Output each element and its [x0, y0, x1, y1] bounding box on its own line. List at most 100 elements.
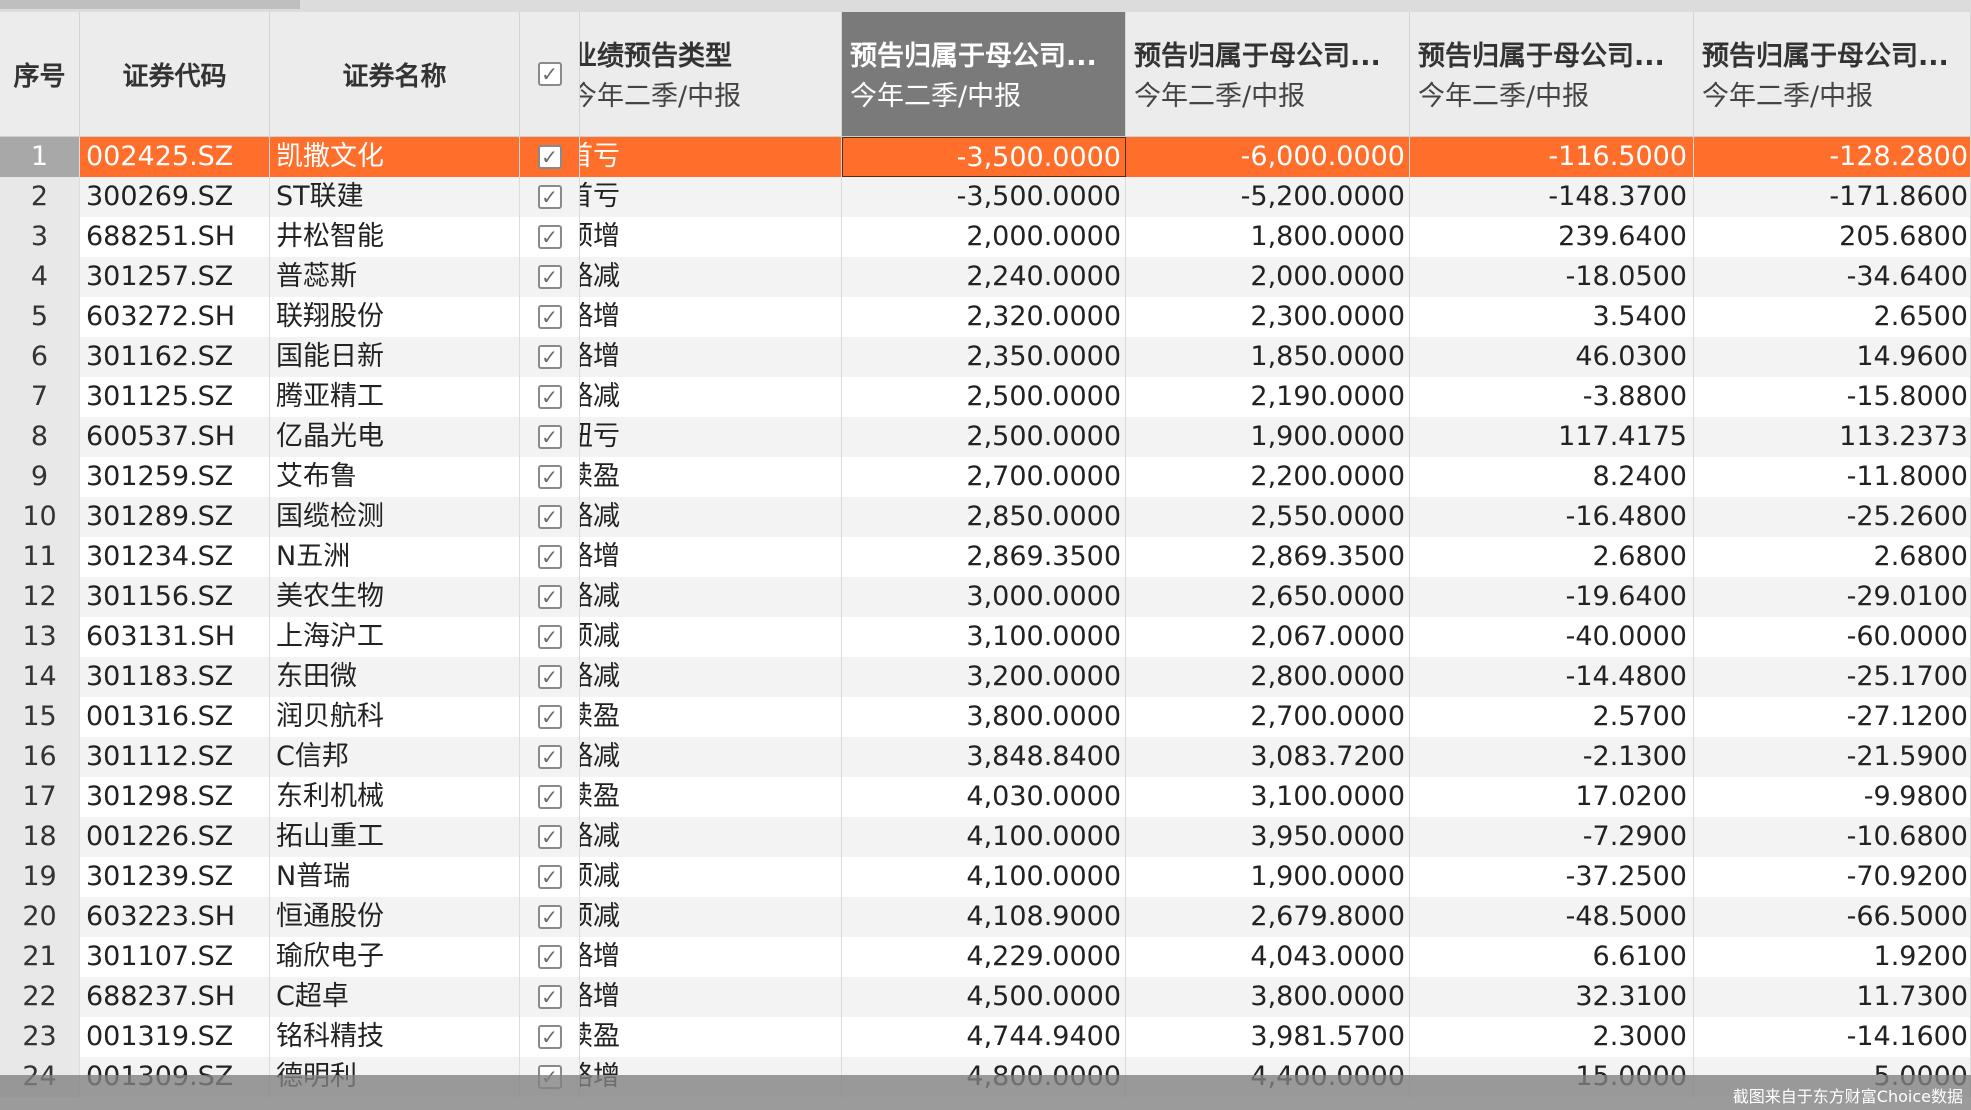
checkbox-checked-icon[interactable]: ✓ [537, 225, 562, 249]
checkbox-checked-icon[interactable]: ✓ [537, 465, 562, 489]
row-checkbox[interactable]: ✓ [520, 537, 580, 577]
table-row[interactable]: 22688237.SHC超卓 ✓ 略增 4,500.00003,800.000032.… [0, 977, 1971, 1017]
checkbox-checked-icon[interactable]: ✓ [537, 545, 562, 569]
forecast-profit-c: 8.2400 [1410, 457, 1694, 497]
table-row[interactable]: 14301183.SZ东田微 ✓ 略减 3,200.00002,800.0000-14… [0, 657, 1971, 697]
forecast-type: 续盈 [580, 697, 842, 737]
table-row[interactable]: 15001316.SZ润贝航科 ✓ 续盈 3,800.00002,700.00002.… [0, 697, 1971, 737]
checkbox-checked-icon[interactable]: ✓ [537, 145, 562, 169]
table-row[interactable]: 19301239.SZN普瑞 ✓ 预减 4,100.00001,900.0000-37… [0, 857, 1971, 897]
checkbox-checked-icon[interactable]: ✓ [537, 385, 562, 409]
table-row[interactable]: 8600537.SH亿晶光电 ✓ 扭亏 2,500.00001,900.0000117… [0, 417, 1971, 457]
forecast-profit-d: -21.5900 [1694, 737, 1971, 777]
table-row[interactable]: 5603272.SH联翔股份 ✓ 略增 2,320.00002,300.00003.5… [0, 297, 1971, 337]
table-row[interactable]: 21301107.SZ瑜欣电子 ✓ 略增 4,229.00004,043.00006.… [0, 937, 1971, 977]
table-row[interactable]: 17301298.SZ东利机械 ✓ 续盈 4,030.00003,100.000017… [0, 777, 1971, 817]
forecast-profit-b: 2,190.0000 [1126, 377, 1410, 417]
checkbox-checked-icon[interactable]: ✓ [537, 185, 562, 209]
row-checkbox[interactable]: ✓ [520, 977, 580, 1017]
header-forecast-profit-d[interactable]: 预告归属于母公司... 今年二季/中报 [1694, 12, 1971, 136]
forecast-profit-a: 2,240.0000 [842, 257, 1126, 297]
table-row[interactable]: 10301289.SZ国缆检测 ✓ 略减 2,850.00002,550.0000-1… [0, 497, 1971, 537]
checkbox-checked-icon[interactable]: ✓ [537, 665, 562, 689]
security-name: 润贝航科 [270, 697, 520, 737]
checkbox-checked-icon[interactable]: ✓ [537, 345, 562, 369]
row-checkbox[interactable]: ✓ [520, 617, 580, 657]
row-checkbox[interactable]: ✓ [520, 737, 580, 777]
checkbox-checked-icon[interactable]: ✓ [537, 625, 562, 649]
checkbox-checked-icon[interactable]: ✓ [537, 705, 562, 729]
row-checkbox[interactable]: ✓ [520, 497, 580, 537]
table-row[interactable]: 1002425.SZ凯撒文化✓首亏-3,500.0000-6,000.0000-… [0, 137, 1971, 177]
checkbox-checked-icon[interactable]: ✓ [537, 425, 562, 449]
table-row[interactable]: 12301156.SZ美农生物 ✓ 略减 3,000.00002,650.0000-1… [0, 577, 1971, 617]
checkbox-checked-icon[interactable]: ✓ [537, 985, 562, 1009]
forecast-profit-a: 4,229.0000 [842, 937, 1126, 977]
row-index: 6 [0, 337, 80, 377]
checkbox-checked-icon[interactable]: ✓ [537, 945, 562, 969]
header-forecast-profit-b[interactable]: 预告归属于母公司... 今年二季/中报 [1126, 12, 1410, 136]
top-scrollbar[interactable] [0, 0, 1971, 12]
row-checkbox[interactable]: ✓ [520, 697, 580, 737]
forecast-profit-c: -16.4800 [1410, 497, 1694, 537]
table-row[interactable]: 6301162.SZ国能日新 ✓ 略增 2,350.00001,850.000046.… [0, 337, 1971, 377]
header-security-name[interactable]: 证券名称 [270, 12, 520, 136]
checkbox-checked-icon[interactable]: ✓ [537, 62, 562, 86]
forecast-type: 略增 [580, 337, 842, 377]
row-checkbox[interactable]: ✓ [520, 377, 580, 417]
table-row[interactable]: 3688251.SH井松智能 ✓ 预增 2,000.00001,800.0000239… [0, 217, 1971, 257]
security-name: 上海沪工 [270, 617, 520, 657]
row-checkbox[interactable]: ✓ [520, 257, 580, 297]
checkbox-checked-icon[interactable]: ✓ [537, 905, 562, 929]
checkbox-checked-icon[interactable]: ✓ [537, 505, 562, 529]
checkbox-checked-icon[interactable]: ✓ [537, 865, 562, 889]
row-index: 19 [0, 857, 80, 897]
row-checkbox[interactable]: ✓ [520, 417, 580, 457]
forecast-profit-a: 4,030.0000 [842, 777, 1126, 817]
checkbox-checked-icon[interactable]: ✓ [537, 1025, 562, 1049]
row-checkbox[interactable]: ✓ [520, 777, 580, 817]
security-code: 603131.SH [80, 617, 270, 657]
checkbox-checked-icon[interactable]: ✓ [537, 825, 562, 849]
checkbox-checked-icon[interactable]: ✓ [537, 265, 562, 289]
checkbox-checked-icon[interactable]: ✓ [537, 305, 562, 329]
row-checkbox[interactable]: ✓ [520, 577, 580, 617]
checkbox-checked-icon[interactable]: ✓ [537, 785, 562, 809]
forecast-profit-a: 2,500.0000 [842, 377, 1126, 417]
forecast-profit-c: 6.6100 [1410, 937, 1694, 977]
table-row[interactable]: 23001319.SZ铭科精技 ✓ 续盈 4,744.94003,981.57002.… [0, 1017, 1971, 1057]
row-checkbox[interactable]: ✓ [520, 937, 580, 977]
row-checkbox[interactable]: ✓ [520, 457, 580, 497]
table-row[interactable]: 13603131.SH上海沪工 ✓ 预减 3,100.00002,067.0000-4… [0, 617, 1971, 657]
table-row[interactable]: 20603223.SH恒通股份 ✓ 预减 4,108.90002,679.8000-4… [0, 897, 1971, 937]
table-row[interactable]: 11301234.SZN五洲✓略增2,869.35002,869.35002.6… [0, 537, 1971, 577]
table-row[interactable]: 2300269.SZST联建✓首亏-3,500.0000-5,200.0000-… [0, 177, 1971, 217]
table-row[interactable]: 16301112.SZC信邦 ✓ 略减 3,848.84003,083.7200-2.… [0, 737, 1971, 777]
forecast-profit-b: 1,900.0000 [1126, 857, 1410, 897]
row-checkbox[interactable]: ✓ [520, 217, 580, 257]
forecast-profit-b: 2,300.0000 [1126, 297, 1410, 337]
header-select-all[interactable]: ✓ [520, 12, 580, 136]
checkbox-checked-icon[interactable]: ✓ [537, 585, 562, 609]
header-forecast-type[interactable]: 业绩预告类型 今年二季/中报 [580, 12, 842, 136]
row-checkbox[interactable]: ✓ [520, 137, 580, 177]
row-checkbox[interactable]: ✓ [520, 857, 580, 897]
table-row[interactable]: 7301125.SZ腾亚精工 ✓ 略减 2,500.00002,190.0000-3.… [0, 377, 1971, 417]
scrollbar-thumb[interactable] [0, 0, 300, 9]
header-forecast-profit-a[interactable]: 预告归属于母公司... 今年二季/中报 [842, 12, 1126, 136]
checkbox-checked-icon[interactable]: ✓ [537, 745, 562, 769]
row-checkbox[interactable]: ✓ [520, 297, 580, 337]
row-checkbox[interactable]: ✓ [520, 817, 580, 857]
row-checkbox[interactable]: ✓ [520, 337, 580, 377]
header-security-code[interactable]: 证券代码 [80, 12, 270, 136]
header-forecast-profit-c[interactable]: 预告归属于母公司... 今年二季/中报 [1410, 12, 1694, 136]
row-checkbox[interactable]: ✓ [520, 177, 580, 217]
table-row[interactable]: 9301259.SZ艾布鲁 ✓ 续盈 2,700.00002,200.00008.24… [0, 457, 1971, 497]
row-checkbox[interactable]: ✓ [520, 657, 580, 697]
table-row[interactable]: 4301257.SZ普蕊斯 ✓ 略减 2,240.00002,000.0000-18.… [0, 257, 1971, 297]
table-row[interactable]: 18001226.SZ拓山重工 ✓ 略减 4,100.00003,950.0000-7… [0, 817, 1971, 857]
row-checkbox[interactable]: ✓ [520, 1017, 580, 1057]
header-index[interactable]: 序号 [0, 12, 80, 136]
forecast-type-text: 略减 [580, 381, 620, 412]
row-checkbox[interactable]: ✓ [520, 897, 580, 937]
